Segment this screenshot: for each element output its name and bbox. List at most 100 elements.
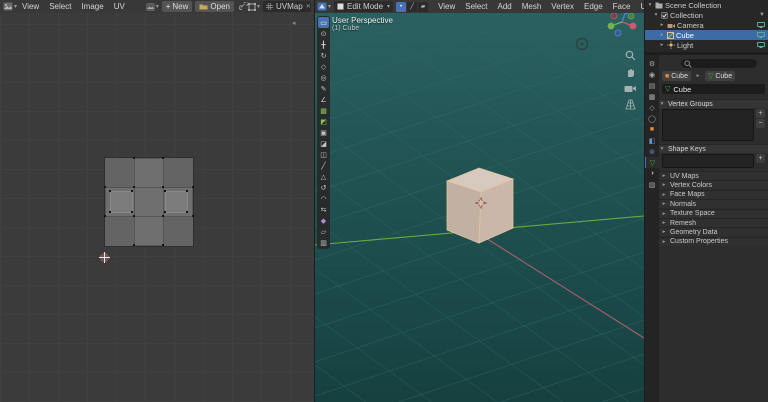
panel-header-remesh[interactable]: ▸ Remesh [659, 218, 768, 227]
properties-tab-physics[interactable]: ⊚ [645, 146, 659, 157]
uv-map-selector[interactable]: UVMap ✕ [263, 1, 311, 12]
expander-icon[interactable]: ▾ [653, 12, 659, 18]
panel-header-vertex-groups[interactable]: ▾ Vertex Groups [659, 99, 768, 108]
tool-shrink-fatten[interactable]: ◆ [318, 215, 329, 226]
uv-vertex[interactable] [109, 211, 111, 213]
mode-selector[interactable]: Edit Mode ▾ [334, 1, 394, 12]
uv-vertex[interactable] [104, 186, 106, 188]
shape-keys-list[interactable] [662, 154, 754, 168]
face-select-button[interactable]: ▰ [418, 1, 429, 12]
outliner-row-cube[interactable]: ▸ Cube [645, 30, 768, 40]
viewport-display-icon[interactable] [757, 22, 765, 28]
perspective-grid-icon[interactable] [624, 99, 636, 110]
properties-tab-scene[interactable]: ◇ [645, 102, 659, 113]
uv-vertex[interactable] [131, 190, 133, 192]
uv-vertex[interactable] [162, 244, 164, 246]
properties-tab-view-layer[interactable]: ▦ [645, 91, 659, 102]
uv-vertex[interactable] [109, 190, 111, 192]
mesh-name-field[interactable]: ▽ Cube [662, 84, 765, 94]
camera-view-icon[interactable] [624, 84, 636, 93]
tool-loop-cut[interactable]: ◫ [318, 149, 329, 160]
image-editor-icon[interactable] [3, 2, 13, 11]
cube-mesh[interactable] [445, 167, 515, 244]
browse-image-carat-icon[interactable]: ▾ [156, 3, 159, 10]
viewport-display-icon[interactable] [757, 32, 765, 38]
uv-vertex[interactable] [164, 190, 166, 192]
editor-type-carat-icon[interactable]: ▾ [328, 3, 331, 10]
viewport-editor-icon[interactable] [317, 2, 327, 11]
add-vertex-group-button[interactable]: + [756, 109, 765, 118]
outliner-row-scene-collection[interactable]: ▾ Scene Collection [645, 0, 768, 10]
tool-spin[interactable]: ↺ [318, 182, 329, 193]
viewport-menu-view[interactable]: View [433, 2, 460, 11]
breadcrumb-object[interactable]: ■ Cube [662, 71, 691, 81]
panel-header-geometry-data[interactable]: ▸ Geometry Data [659, 227, 768, 237]
edge-select-button[interactable]: ╱ [407, 1, 418, 12]
vertex-groups-list[interactable] [662, 109, 754, 141]
panel-header-uv-maps[interactable]: ▸ UV Maps [659, 171, 768, 180]
zoom-icon[interactable] [625, 50, 636, 61]
tool-inset-faces[interactable]: ▣ [318, 127, 329, 138]
properties-tab-render[interactable]: ◉ [645, 69, 659, 80]
properties-tab-output[interactable]: ▤ [645, 80, 659, 91]
new-image-button[interactable]: + New [161, 1, 193, 12]
uv-menu-select[interactable]: Select [44, 2, 76, 11]
uv-vertex[interactable] [192, 215, 194, 217]
viewport-display-icon[interactable] [757, 42, 765, 48]
uv-vertex[interactable] [162, 157, 164, 159]
viewport-menu-add[interactable]: Add [493, 2, 517, 11]
viewport-menu-select[interactable]: Select [460, 2, 492, 11]
uv-vertex[interactable] [192, 186, 194, 188]
viewport-menu-mesh[interactable]: Mesh [517, 2, 547, 11]
expander-icon[interactable]: ▾ [647, 2, 653, 8]
viewport-3d[interactable]: ▾ Edit Mode ▾ • ╱ ▰ View Select Add Mesh Verte… [315, 0, 644, 402]
viewport-menu-vertex[interactable]: Vertex [546, 2, 579, 11]
expander-icon[interactable]: ▸ [659, 22, 665, 28]
uv-vertex[interactable] [131, 211, 133, 213]
uv-vertex[interactable] [104, 215, 106, 217]
properties-tab-world[interactable]: ◯ [645, 113, 659, 124]
uv-vertex[interactable] [133, 244, 135, 246]
tool-select-box[interactable]: ▭ [318, 17, 329, 28]
uv-menu-view[interactable]: View [17, 2, 44, 11]
close-icon[interactable]: ✕ [306, 3, 311, 10]
sidebar-toggle-icon[interactable]: ◂ [292, 19, 296, 27]
add-shape-key-button[interactable]: + [756, 154, 765, 163]
uv-vertex[interactable] [186, 211, 188, 213]
uv-menu-uv[interactable]: UV [109, 2, 130, 11]
link-icon[interactable] [238, 2, 248, 11]
pan-hand-icon[interactable] [625, 67, 636, 78]
tool-annotate[interactable]: ✎ [318, 83, 329, 94]
panel-header-shape-keys[interactable]: ▾ Shape Keys [659, 144, 768, 153]
properties-tab-object[interactable]: ■ [645, 124, 659, 135]
uv-face-right[interactable] [165, 191, 188, 213]
tool-smooth[interactable]: ◠ [318, 193, 329, 204]
tool-scale[interactable]: ◇ [318, 61, 329, 72]
expander-icon[interactable]: ▸ [659, 32, 665, 38]
tool-knife[interactable]: ╱ [318, 160, 329, 171]
viewport-menu-uv[interactable]: UV [635, 2, 644, 11]
properties-tab-material[interactable]: ◑ [645, 168, 659, 179]
uv-canvas[interactable]: ◂ [0, 13, 314, 402]
uv-vertex[interactable] [164, 211, 166, 213]
browse-image-icon[interactable] [145, 2, 155, 11]
expander-icon[interactable]: ▸ [659, 42, 665, 48]
uv-island-bounds[interactable] [104, 157, 194, 247]
panel-header-normals[interactable]: ▸ Normals [659, 199, 768, 209]
properties-search-input[interactable] [681, 59, 757, 68]
tool-transform[interactable]: ◎ [318, 72, 329, 83]
uv-vertex[interactable] [162, 215, 164, 217]
uv-face-left[interactable] [110, 191, 133, 213]
tool-rip-region[interactable]: ▥ [318, 237, 329, 248]
uv-vertex[interactable] [186, 190, 188, 192]
remove-vertex-group-button[interactable]: − [756, 119, 765, 128]
uv-vertex[interactable] [133, 157, 135, 159]
tool-edge-slide[interactable]: ⇆ [318, 204, 329, 215]
properties-tab-tool[interactable]: ⚙ [645, 58, 659, 69]
outliner-row-collection[interactable]: ▾ Collection ▼ [645, 10, 768, 20]
properties-tab-object-data[interactable]: ▽ [645, 157, 659, 168]
uv-vertex[interactable] [133, 186, 135, 188]
tool-bevel[interactable]: ◪ [318, 138, 329, 149]
panel-header-texture-space[interactable]: ▸ Texture Space [659, 208, 768, 218]
tool-extrude-region[interactable]: ◩ [318, 116, 329, 127]
